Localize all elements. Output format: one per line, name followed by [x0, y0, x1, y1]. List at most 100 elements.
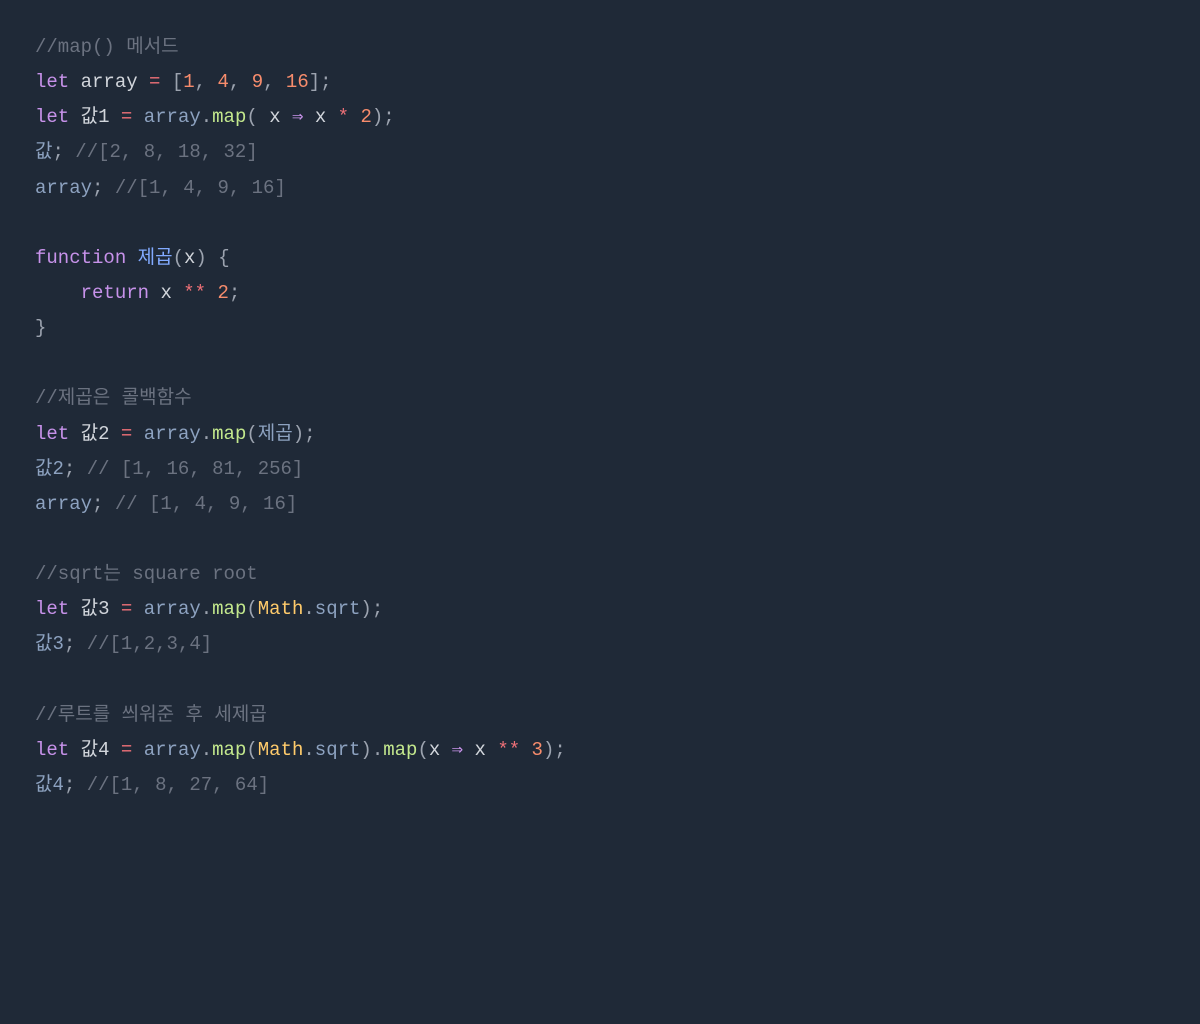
method: map	[212, 423, 246, 445]
semicolon: ;	[52, 141, 63, 163]
comment: //제곱은 콜백함수	[35, 387, 192, 409]
code-line-1: //map() 메서드	[35, 30, 1165, 65]
code-line-blank	[35, 522, 1165, 557]
semicolon: ;	[64, 774, 75, 796]
code-line-blank	[35, 663, 1165, 698]
code-line-11: //제곱은 콜백함수	[35, 381, 1165, 416]
keyword-let: let	[35, 71, 69, 93]
paren: )	[360, 739, 371, 761]
variable: 값4	[35, 774, 64, 796]
code-line-13: 값2; // [1, 16, 81, 256]	[35, 452, 1165, 487]
class-name: Math	[258, 739, 304, 761]
keyword-function: function	[35, 247, 126, 269]
comment: // [1, 16, 81, 256]	[87, 458, 304, 480]
param: x	[429, 739, 440, 761]
dot: .	[303, 739, 314, 761]
variable: 값	[35, 141, 52, 163]
comment: //sqrt는 square root	[35, 563, 258, 585]
property: sqrt	[315, 598, 361, 620]
operator: **	[183, 282, 206, 304]
comment: //[2, 8, 18, 32]	[75, 141, 257, 163]
paren: )	[372, 106, 383, 128]
code-line-4: 값; //[2, 8, 18, 32]	[35, 135, 1165, 170]
code-line-blank	[35, 206, 1165, 241]
code-line-22: 값4; //[1, 8, 27, 64]	[35, 768, 1165, 803]
code-editor[interactable]: //map() 메서드 let array = [1, 4, 9, 16]; l…	[35, 30, 1165, 803]
paren: (	[173, 247, 184, 269]
code-line-7: function 제곱(x) {	[35, 241, 1165, 276]
semicolon: ;	[229, 282, 240, 304]
callback: 제곱	[258, 423, 293, 445]
keyword-return: return	[81, 282, 149, 304]
variable: 값4	[81, 739, 110, 761]
method: map	[383, 739, 417, 761]
variable: x	[315, 106, 326, 128]
keyword-let: let	[35, 598, 69, 620]
number: 4	[217, 71, 228, 93]
variable: 값3	[81, 598, 110, 620]
semicolon: ;	[64, 458, 75, 480]
code-line-blank	[35, 346, 1165, 381]
comma: ,	[263, 71, 274, 93]
dot: .	[201, 106, 212, 128]
code-line-9: }	[35, 311, 1165, 346]
variable: x	[475, 739, 486, 761]
semicolon: ;	[64, 633, 75, 655]
semicolon: ;	[383, 106, 394, 128]
operator: **	[497, 739, 520, 761]
function-name: 제곱	[138, 247, 173, 269]
param: x	[184, 247, 195, 269]
operator-eq: =	[121, 423, 132, 445]
operator: *	[338, 106, 349, 128]
method: map	[212, 739, 246, 761]
variable: array	[144, 106, 201, 128]
comma: ,	[195, 71, 206, 93]
number: 2	[360, 106, 371, 128]
dot: .	[303, 598, 314, 620]
arrow: ⇒	[292, 106, 303, 128]
operator-eq: =	[121, 598, 132, 620]
number: 16	[286, 71, 309, 93]
comment: //[1,2,3,4]	[87, 633, 212, 655]
dot: .	[201, 423, 212, 445]
code-line-16: //sqrt는 square root	[35, 557, 1165, 592]
class-name: Math	[258, 598, 304, 620]
comment: //루트를 씌워준 후 세제곱	[35, 704, 267, 726]
brace: {	[218, 247, 229, 269]
paren: (	[417, 739, 428, 761]
variable: array	[35, 177, 92, 199]
operator-eq: =	[121, 739, 132, 761]
paren: (	[246, 598, 257, 620]
code-line-3: let 값1 = array.map( x ⇒ x * 2);	[35, 100, 1165, 135]
comma: ,	[229, 71, 240, 93]
variable: 값2	[81, 423, 110, 445]
variable: array	[144, 739, 201, 761]
variable: 값2	[35, 458, 64, 480]
variable: 값3	[35, 633, 64, 655]
paren: )	[293, 423, 304, 445]
semicolon: ;	[372, 598, 383, 620]
comment: // [1, 4, 9, 16]	[115, 493, 297, 515]
paren: )	[195, 247, 206, 269]
comment: //[1, 4, 9, 16]	[115, 177, 286, 199]
paren: (	[246, 739, 257, 761]
method: map	[212, 598, 246, 620]
operator-eq: =	[121, 106, 132, 128]
number: 3	[532, 739, 543, 761]
indent	[35, 282, 81, 304]
bracket: ]	[309, 71, 320, 93]
variable: array	[81, 71, 138, 93]
operator-eq: =	[149, 71, 160, 93]
paren: )	[543, 739, 554, 761]
number: 2	[217, 282, 228, 304]
semicolon: ;	[92, 177, 103, 199]
code-line-18: 값3; //[1,2,3,4]	[35, 627, 1165, 662]
property: sqrt	[315, 739, 361, 761]
paren: )	[360, 598, 371, 620]
variable: array	[35, 493, 92, 515]
comment: //map() 메서드	[35, 36, 179, 58]
method: map	[212, 106, 246, 128]
number: 9	[252, 71, 263, 93]
number: 1	[183, 71, 194, 93]
semicolon: ;	[92, 493, 103, 515]
